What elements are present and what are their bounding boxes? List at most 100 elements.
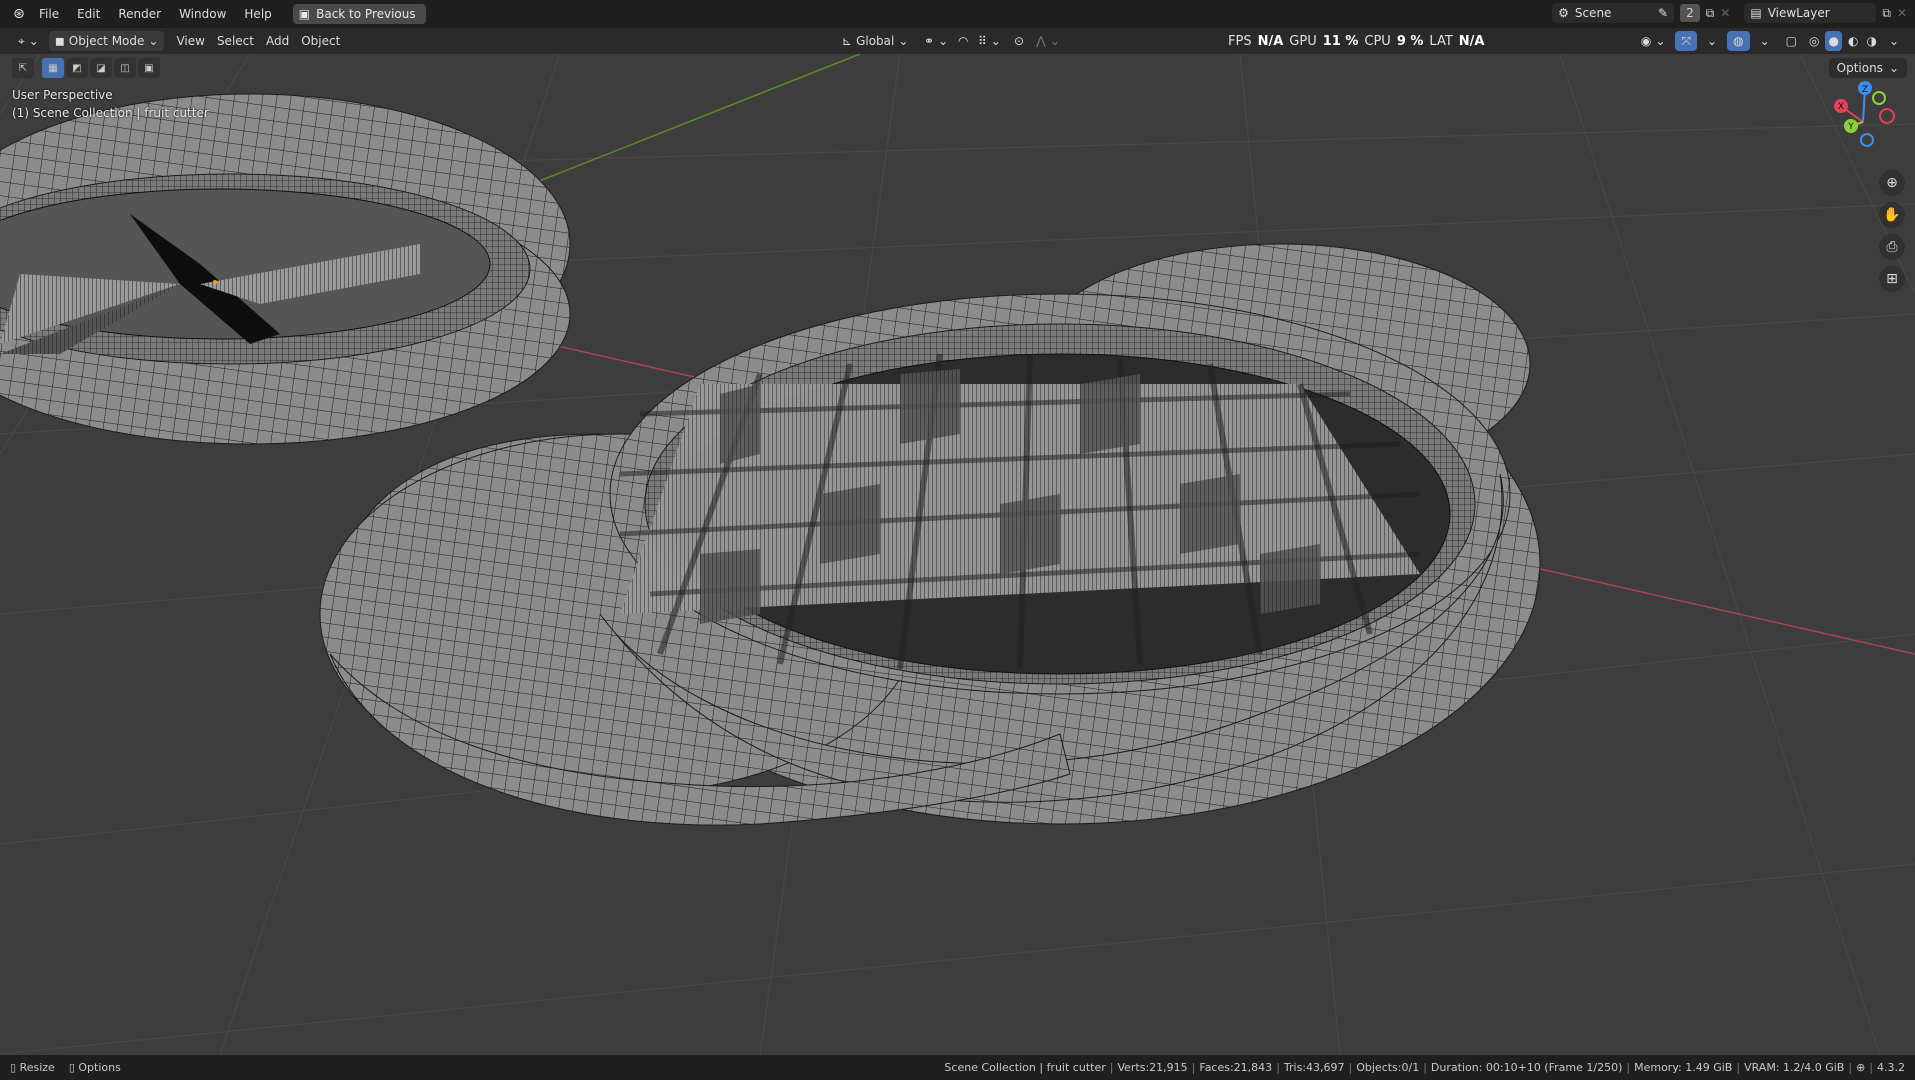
menu-select[interactable]: Select <box>211 31 260 51</box>
perspective-label: User Perspective <box>12 88 113 102</box>
lat-label: LAT <box>1429 33 1453 49</box>
navigation-gizmo[interactable]: Z X Y <box>1823 78 1903 158</box>
select-tool-icon[interactable]: ⇱ <box>12 58 34 78</box>
status-hint-options: ▯ Options <box>69 1061 121 1074</box>
pin-icon[interactable]: ✎ <box>1658 6 1668 20</box>
material-shading-button[interactable]: ◐ <box>1846 31 1860 51</box>
menu-help[interactable]: Help <box>235 3 280 25</box>
overlays-dropdown[interactable]: ⌄ <box>1754 31 1776 51</box>
cpu-label: CPU <box>1364 33 1391 49</box>
back-to-previous-label: Back to Previous <box>316 7 416 21</box>
viewport-header: ⌖ ⌄ ◼ Object Mode ⌄ View Select Add Objec… <box>0 28 1915 54</box>
chevron-down-icon: ⌄ <box>148 34 159 48</box>
proportional-editing-toggle[interactable]: ⊙ <box>1008 31 1030 51</box>
perspective-toggle-icon[interactable]: ⊞ <box>1879 266 1905 292</box>
menu-object[interactable]: Object <box>295 31 346 51</box>
scene-render[interactable] <box>0 54 1915 1055</box>
gizmo-x-label: X <box>1838 102 1844 112</box>
delete-view-layer-icon[interactable]: ✕ <box>1897 6 1907 20</box>
rendered-shading-button[interactable]: ◑ <box>1864 31 1878 51</box>
stat-verts: Verts:21,915 <box>1117 1061 1188 1074</box>
zoom-icon[interactable]: ⊕ <box>1879 170 1905 196</box>
gpu-label: GPU <box>1289 33 1317 49</box>
lat-value: N/A <box>1458 33 1485 49</box>
menu-render[interactable]: Render <box>109 3 170 25</box>
network-globe-icon[interactable]: ⊕ <box>1856 1061 1865 1074</box>
gizmo-y-label: Y <box>1847 122 1854 132</box>
menu-add[interactable]: Add <box>260 31 295 51</box>
status-hint-resize: ▯ Resize <box>10 1061 55 1074</box>
neg-x-axis-icon <box>1879 108 1895 124</box>
xray-toggle[interactable]: ▢ <box>1780 31 1803 51</box>
pivot-icon: ⚭ <box>924 34 935 48</box>
snap-target-button[interactable]: ⠿ ⌄ <box>972 31 1007 51</box>
mode-selector[interactable]: ◼ Object Mode ⌄ <box>48 31 165 51</box>
wireframe-shading-button[interactable]: ◎ <box>1807 31 1821 51</box>
camera-view-icon[interactable]: ⎙ <box>1879 234 1905 260</box>
menu-view[interactable]: View <box>170 31 210 51</box>
gpu-value: 11 % <box>1322 33 1359 49</box>
options-label: Options <box>1836 61 1883 75</box>
gizmo-dropdown[interactable]: ⌄ <box>1701 31 1723 51</box>
select-intersect-icon[interactable]: ▣ <box>138 58 160 78</box>
scene-selector[interactable]: ⚙ Scene ✎ <box>1552 3 1675 23</box>
menu-edit[interactable]: Edit <box>68 3 109 25</box>
solid-shading-button[interactable]: ● <box>1825 31 1842 51</box>
gizmo-z-label: Z <box>1862 85 1868 95</box>
pivot-point-button[interactable]: ⚭ ⌄ <box>918 31 954 51</box>
stat-duration: Duration: 00:10+10 (Frame 1/250) <box>1430 1061 1623 1074</box>
new-view-layer-icon[interactable]: ⧉ <box>1882 6 1891 21</box>
view-layer-icon: ▤ <box>1750 6 1762 20</box>
menu-window[interactable]: Window <box>170 3 235 25</box>
select-extend-icon[interactable]: ◩ <box>66 58 88 78</box>
chevron-down-icon: ⌄ <box>1888 34 1899 48</box>
3d-viewport[interactable]: ⇱ ▦ ◩ ◪ ◫ ▣ User Perspective (1) Scene C… <box>0 54 1915 1055</box>
collection-label: (1) Scene Collection | fruit cutter <box>12 106 209 120</box>
viewport-navigation-buttons: ⊕ ✋ ⎙ ⊞ <box>1879 170 1905 292</box>
delete-scene-icon[interactable]: ✕ <box>1720 6 1730 20</box>
shading-dropdown[interactable]: ⌄ <box>1883 31 1905 51</box>
visibility-button[interactable]: ◉ ⌄ <box>1635 31 1672 51</box>
top-right-controls: ⚙ Scene ✎ 2 ⧉ ✕ ▤ ViewLayer ⧉ ✕ <box>1552 3 1907 23</box>
scene-users-count[interactable]: 2 <box>1680 4 1700 22</box>
fps-value: N/A <box>1257 33 1284 49</box>
back-to-previous-button[interactable]: ▣ Back to Previous <box>292 4 426 24</box>
xray-icon: ▢ <box>1785 34 1797 48</box>
view-layer-selector[interactable]: ▤ ViewLayer <box>1744 3 1877 23</box>
top-menu-bar: ⊛ File Edit Render Window Help ▣ Back to… <box>0 0 1915 28</box>
new-scene-icon[interactable]: ⧉ <box>1706 6 1715 21</box>
mouse-left-icon: ▯ <box>10 1061 17 1074</box>
gizmo-toggle[interactable]: ⤧ <box>1675 31 1698 51</box>
editor-type-icon: ⌖ <box>18 33 25 48</box>
falloff-curve-icon: ⋀ <box>1036 34 1046 48</box>
scene-statistics: Scene Collection | fruit cutter | Verts:2… <box>944 1061 1905 1074</box>
chevron-down-icon: ⌄ <box>28 34 39 48</box>
chevron-down-icon: ⌄ <box>1655 34 1666 48</box>
viewport-options-button[interactable]: Options ⌄ <box>1828 58 1907 78</box>
pan-hand-icon[interactable]: ✋ <box>1879 202 1905 228</box>
stat-collection: Scene Collection | fruit cutter <box>944 1061 1106 1074</box>
chevron-down-icon: ⌄ <box>1888 61 1899 75</box>
scene-icon: ⚙ <box>1558 6 1569 20</box>
chevron-down-icon: ⌄ <box>898 34 909 48</box>
editor-type-button[interactable]: ⌖ ⌄ <box>12 31 45 51</box>
overlays-toggle[interactable]: ◍ <box>1727 31 1750 51</box>
menu-file[interactable]: File <box>30 3 68 25</box>
stat-vram: VRAM: 1.2/4.0 GiB <box>1744 1061 1845 1074</box>
chevron-down-icon: ⌄ <box>1049 34 1060 48</box>
magnet-icon: ◠ <box>958 34 969 48</box>
stat-memory: Memory: 1.49 GiB <box>1634 1061 1733 1074</box>
falloff-button[interactable]: ⋀ ⌄ <box>1030 31 1066 51</box>
rendered-sphere-icon: ◑ <box>1866 34 1877 48</box>
blender-logo-icon[interactable]: ⊛ <box>8 3 30 25</box>
select-subtract-icon[interactable]: ◪ <box>90 58 112 78</box>
screen-icon: ▣ <box>298 7 311 21</box>
object-mode-icon: ◼ <box>54 34 65 48</box>
status-bar: ▯ Resize ▯ Options Scene Collection | fr… <box>0 1055 1915 1080</box>
transform-orientation-selector[interactable]: ⊾ Global ⌄ <box>836 31 914 51</box>
select-invert-icon[interactable]: ◫ <box>114 58 136 78</box>
orientation-label: Global <box>856 34 895 48</box>
material-sphere-icon: ◐ <box>1847 34 1859 48</box>
select-new-icon[interactable]: ▦ <box>42 58 64 78</box>
cpu-value: 9 % <box>1396 33 1424 49</box>
